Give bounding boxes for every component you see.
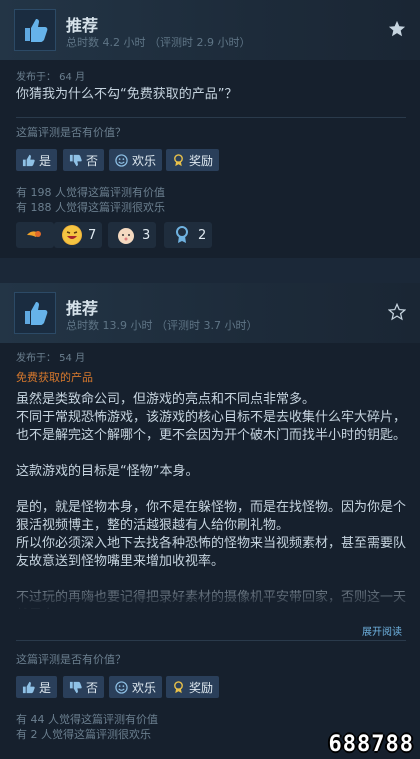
thumbs-up-icon (14, 292, 56, 334)
funny-label: 欢乐 (132, 680, 157, 695)
baby-award-icon (116, 225, 136, 245)
award-count: 3 (142, 227, 151, 243)
award-count: 7 (88, 227, 97, 243)
smiley-icon (115, 153, 128, 167)
helpful-question: 这篇评测是否有价值？ (16, 653, 126, 666)
thumbs-up-icon (14, 9, 56, 51)
star-icon[interactable] (388, 20, 406, 38)
no-button[interactable]: 否 (63, 676, 105, 698)
smiley-icon (115, 680, 128, 694)
posted-date: 发布于： 64 月 (16, 72, 86, 83)
helpful-count: 有 198 人觉得这篇评测有价值 (16, 186, 165, 199)
yes-label: 是 (39, 680, 52, 695)
funny-label: 欢乐 (132, 153, 157, 168)
total-hours: 总时数 13.9 小时 (66, 319, 153, 332)
hours-at-review: （评测时 2.9 小时） (149, 36, 251, 49)
award-badge[interactable]: 7 (54, 222, 102, 248)
playtime: 总时数 13.9 小时 （评测时 3.7 小时） (66, 317, 258, 333)
divider (16, 640, 406, 641)
award-ribbon-icon (174, 153, 183, 166)
medal-award-icon (172, 225, 192, 245)
total-hours: 总时数 4.2 小时 (66, 36, 146, 49)
text-fade (0, 571, 420, 611)
award-badge[interactable] (16, 222, 54, 248)
award-badge[interactable]: 3 (108, 222, 156, 248)
thumbs-down-icon (69, 154, 82, 166)
laughing-award-icon (62, 225, 82, 245)
recommendation-label: 推荐 (66, 299, 99, 318)
yes-button[interactable]: 是 (16, 149, 58, 171)
helpful-count: 有 44 人觉得这篇评测有价值 (16, 713, 158, 726)
expand-link[interactable]: 展开阅读 (362, 623, 402, 638)
no-label: 否 (86, 680, 99, 695)
yes-button[interactable]: 是 (16, 676, 58, 698)
award-count: 2 (198, 227, 207, 243)
vote-summary: 有 44 人觉得这篇评测有价值 有 2 人觉得这篇评测很欢乐 (16, 712, 158, 742)
no-button[interactable]: 否 (63, 149, 105, 171)
thumbs-up-icon (22, 154, 35, 166)
funny-count: 有 188 人觉得这篇评测很欢乐 (16, 201, 165, 214)
thumbs-down-icon (69, 681, 82, 693)
review-header: 推荐 总时数 4.2 小时 （评测时 2.9 小时） (0, 0, 420, 60)
funny-count: 有 2 人觉得这篇评测很欢乐 (16, 728, 151, 741)
review-header: 推荐 总时数 13.9 小时 （评测时 3.7 小时） (0, 283, 420, 343)
review-text: 你猜我为什么不勾“免费获取的产品”？ (16, 87, 238, 102)
award-badge[interactable]: 2 (164, 222, 212, 248)
review-card: 推荐 总时数 13.9 小时 （评测时 3.7 小时） 发布于： 54 月 免费… (0, 283, 420, 759)
hours-at-review: （评测时 3.7 小时） (156, 319, 258, 332)
thumbs-up-icon (22, 681, 35, 693)
star-outline-icon[interactable] (388, 303, 406, 321)
funny-button[interactable]: 欢乐 (109, 676, 163, 698)
helpful-question: 这篇评测是否有价值？ (16, 126, 126, 139)
vote-summary: 有 198 人觉得这篇评测有价值 有 188 人觉得这篇评测很欢乐 (16, 185, 165, 215)
award-label: 奖励 (189, 153, 214, 168)
award-button[interactable]: 奖励 (166, 149, 220, 171)
award-button[interactable]: 奖励 (166, 676, 220, 698)
free-product-tag: 免费获取的产品 (16, 371, 93, 384)
award-label: 奖励 (189, 680, 214, 695)
award-ribbon-icon (174, 680, 183, 693)
recommendation-label: 推荐 (66, 16, 99, 35)
review-card: 推荐 总时数 4.2 小时 （评测时 2.9 小时） 发布于： 64 月 你猜我… (0, 0, 420, 258)
tongue-award-icon (24, 225, 44, 245)
playtime: 总时数 4.2 小时 （评测时 2.9 小时） (66, 34, 251, 50)
funny-button[interactable]: 欢乐 (109, 149, 163, 171)
divider (16, 117, 406, 118)
watermark: 688788 (328, 732, 414, 757)
posted-date: 发布于： 54 月 (16, 353, 86, 364)
review-separator (0, 258, 420, 283)
yes-label: 是 (39, 153, 52, 168)
no-label: 否 (86, 153, 99, 168)
